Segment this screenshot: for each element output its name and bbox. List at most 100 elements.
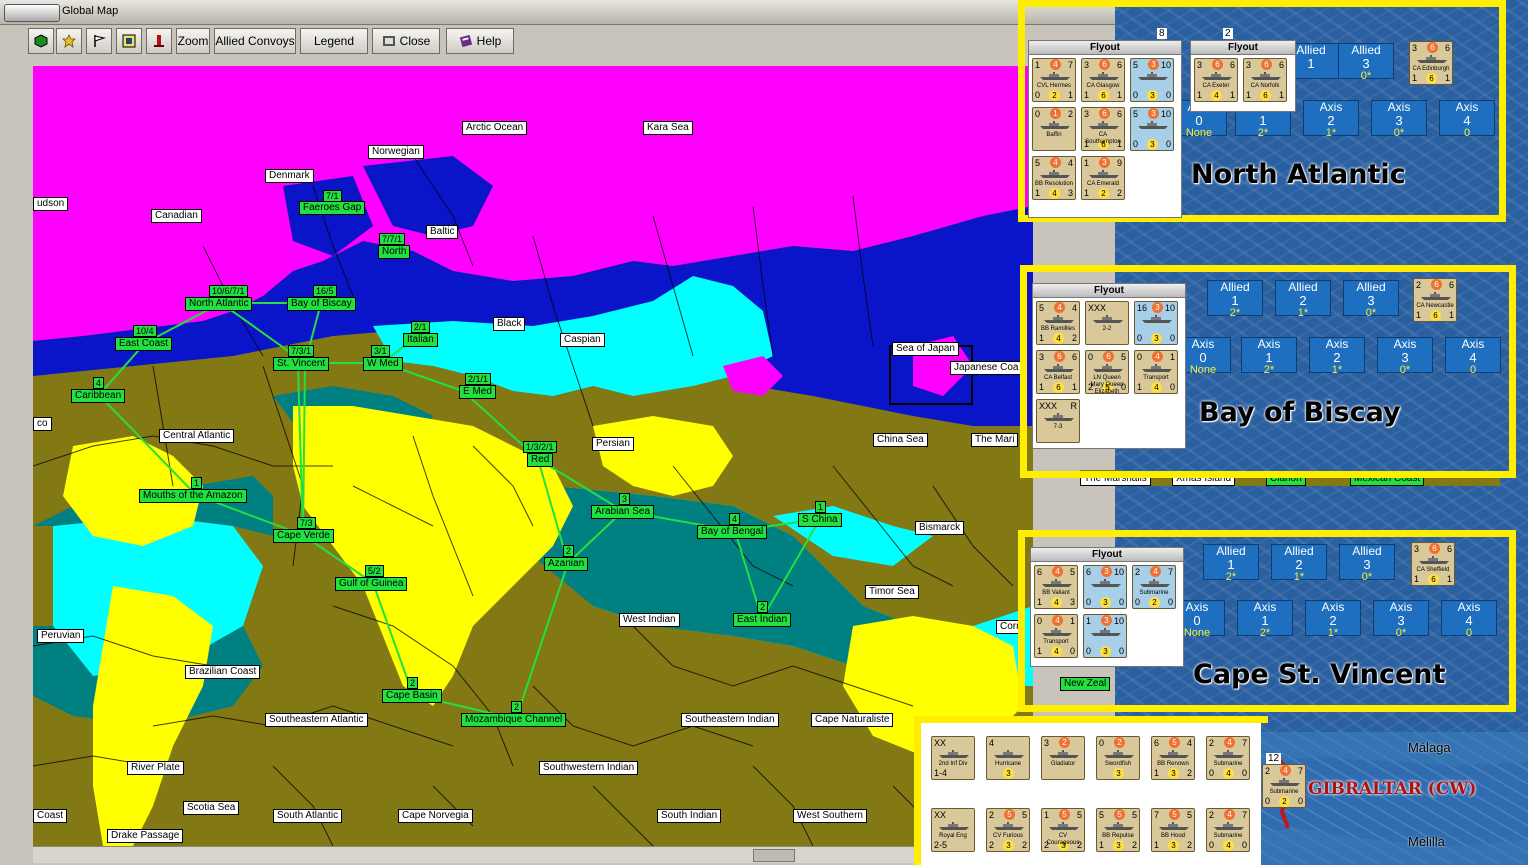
sea-label[interactable]: Sea of Japan (892, 342, 959, 356)
sea-label[interactable]: Peruvian (37, 629, 85, 643)
sea-label[interactable]: Coast (33, 809, 68, 823)
hexagon-tool-button[interactable] (28, 28, 54, 54)
sea-label[interactable]: Baltic (426, 225, 459, 239)
sea-label[interactable]: Southwestern Indian (539, 761, 639, 775)
sea-label[interactable]: udson (33, 197, 69, 211)
convoy-label-gulf-of-guinea[interactable]: Gulf of Guinea (335, 577, 408, 591)
unit-counter[interactable]: 0 2 3 Swordfish (1096, 736, 1140, 780)
sea-label[interactable]: Cape Naturaliste (811, 713, 894, 727)
unit-counter[interactable]: 3 6 1 1 6 6 CA Norfolk (1243, 58, 1287, 102)
sea-label[interactable]: Denmark (265, 169, 314, 183)
axis-box[interactable]: Axis 3 0* (1377, 337, 1433, 376)
sea-label[interactable]: Timor Sea (865, 585, 919, 599)
allied-box[interactable]: Allied 3 0* (1339, 544, 1395, 583)
unit-counter[interactable]: 5 4 1 3 4 4 BB Resolution (1032, 156, 1076, 200)
unit-counter[interactable]: 6 4 1 2 5 3 BB Renown (1151, 736, 1195, 780)
sea-label[interactable]: South Atlantic (273, 809, 343, 823)
unit-counter[interactable]: XXX R 7-3 (1036, 399, 1080, 443)
sea-label[interactable]: China Sea (873, 433, 928, 447)
unit-counter[interactable]: 1 5 2 2 5 3 CV Courageous (1041, 808, 1085, 852)
sea-label[interactable]: Central Atlantic (159, 429, 235, 443)
convoy-label-st-vincent[interactable]: St. Vincent (273, 357, 330, 371)
allied-box[interactable]: Allied 1 2* (1207, 280, 1263, 319)
convoy-label-north[interactable]: North (378, 245, 411, 259)
convoy-label-arabian-sea[interactable]: Arabian Sea (591, 505, 655, 519)
flag-tool-button[interactable] (86, 28, 112, 54)
sea-label[interactable]: South Indian (657, 809, 722, 823)
world-map[interactable]: Arctic Ocean Kara Sea Norwegian Denmark … (33, 66, 1033, 846)
sea-label[interactable]: Kara Sea (643, 121, 693, 135)
axis-box[interactable]: Axis12* (1241, 337, 1297, 376)
unit-counter[interactable]: 3 6 1 1 6 6 CA Belfast (1036, 350, 1080, 394)
unit-counter[interactable]: 6 5 1 3 4 4 BB Valiant (1034, 565, 1078, 609)
unit-counter[interactable]: XXX 2-2 (1085, 301, 1129, 345)
sea-label[interactable]: Southeastern Atlantic (265, 713, 368, 727)
convoy-label-w-med[interactable]: W Med (363, 357, 403, 371)
unit-counter[interactable]: 3 2 Gladiator (1041, 736, 1085, 780)
allied-box[interactable]: Allied 1 2* (1203, 544, 1259, 583)
unit-counter[interactable]: 5 4 1 2 4 4 BB Ramillies (1036, 301, 1080, 345)
unit-counter[interactable]: 5 10 0 0 3 3 (1130, 58, 1174, 102)
unit-counter[interactable]: 16 10 0 0 3 3 (1134, 301, 1178, 345)
sea-label[interactable]: Bismarck (915, 521, 965, 535)
axis-box[interactable]: Axis12* (1237, 600, 1293, 639)
axis-box[interactable]: Axis 3 0* (1371, 100, 1427, 139)
unit-counter[interactable]: 2 7 0 0 4 4 Submarine (1206, 736, 1250, 780)
axis-box[interactable]: Axis 4 0 (1441, 600, 1497, 639)
sea-label[interactable]: Arctic Ocean (462, 121, 528, 135)
axis-box[interactable]: Axis 2 1* (1303, 100, 1359, 139)
unit-counter[interactable]: 1 9 1 2 3 2 CA Emerald (1081, 156, 1125, 200)
convoy-label-e-med[interactable]: E Med (459, 385, 496, 399)
unit-counter[interactable]: 7 5 1 2 5 3 BB Hood (1151, 808, 1195, 852)
sea-label[interactable]: Southeastern Indian (681, 713, 779, 727)
convoy-label-cape-verde[interactable]: Cape Verde (273, 529, 334, 543)
sea-label[interactable]: Cape Norvegia (398, 809, 473, 823)
sea-label[interactable]: Caspian (560, 333, 605, 347)
unit-counter[interactable]: 2 6 1 1 6 6 CA Newcastle (1413, 278, 1457, 322)
convoy-label-mozambique-channel[interactable]: Mozambique Channel (461, 713, 567, 727)
convoy-label-s-china[interactable]: S China (798, 513, 842, 527)
scroll-thumb[interactable] (753, 849, 795, 862)
unit-counter[interactable]: 6 10 0 0 3 3 (1083, 565, 1127, 609)
unit-counter[interactable]: XX 2-5 Royal Eng (931, 808, 975, 852)
convoy-label-east-coast[interactable]: East Coast (115, 337, 172, 351)
unit-counter[interactable]: 1 7 0 1 4 2 CVL Hermes (1032, 58, 1076, 102)
legend-button[interactable]: Legend (300, 28, 368, 54)
pillar-tool-button[interactable] (146, 28, 172, 54)
grid-tool-button[interactable] (116, 28, 142, 54)
convoy-label-mouths-of-the-amazon[interactable]: Mouths of the Amazon (139, 489, 247, 503)
convoy-label-north-atlantic[interactable]: North Atlantic (185, 297, 253, 311)
convoy-label-red[interactable]: Red (527, 453, 554, 467)
horizontal-scrollbar[interactable] (33, 846, 1033, 863)
sea-label[interactable]: Scotia Sea (183, 801, 240, 815)
convoy-label-cape-basin[interactable]: Cape Basin (382, 689, 442, 703)
sea-label[interactable]: Norwegian (368, 145, 424, 159)
unit-counter[interactable]: 3 6 1 1 6 6 CA Edinburgh (1409, 41, 1453, 85)
unit-counter[interactable]: 5 5 1 2 5 3 BB Repulse (1096, 808, 1140, 852)
axis-box[interactable]: Axis 4 0 (1439, 100, 1495, 139)
sea-label[interactable]: The Mari (971, 433, 1019, 447)
allied-box[interactable]: Allied 3 0* (1338, 43, 1394, 82)
convoy-label-caribbean[interactable]: Caribbean (71, 389, 126, 403)
zoom-button[interactable]: Zoom (176, 28, 210, 54)
unit-counter[interactable]: 3 6 1 1 6 6 CA Glasgow (1081, 58, 1125, 102)
axis-box[interactable]: Axis 3 0* (1373, 600, 1429, 639)
unit-counter[interactable]: 0 1 1 0 4 4 Transport (1134, 350, 1178, 394)
sea-label[interactable]: West Indian (619, 613, 680, 627)
axis-box[interactable]: Axis 2 1* (1309, 337, 1365, 376)
sea-label[interactable]: Japanese Coa (950, 361, 1023, 375)
allied-box[interactable]: Allied 2 1* (1275, 280, 1331, 319)
sea-label[interactable]: River Plate (127, 761, 184, 775)
unit-counter[interactable]: 3 6 1 1 6 6 CA Sheffield (1411, 542, 1455, 586)
allied-convoys-button[interactable]: Allied Convoys (214, 28, 296, 54)
allied-box[interactable]: Allied 3 0* (1343, 280, 1399, 319)
unit-counter[interactable]: XX 1-4 2nd Inf Div (931, 736, 975, 780)
sea-label[interactable]: Black (493, 317, 526, 331)
unit-counter[interactable]: 3 6 1 1 6 4 CA Exeter (1194, 58, 1238, 102)
gibraltar-zone[interactable]: Málaga Melilla GIBRALTAR (CW) 12 270042S… (1258, 732, 1528, 865)
unit-counter[interactable]: 2 7 0 0 4 2 Submarine (1132, 565, 1176, 609)
unit-counter[interactable]: 0 1 1 0 4 4 Transport (1034, 614, 1078, 658)
unit-counter[interactable]: 3 6 1 1 6 6 CA Southampton (1081, 107, 1125, 151)
convoy-label-bay-of-biscay[interactable]: Bay of Biscay (287, 297, 356, 311)
convoy-label-bay-of-bengal[interactable]: Bay of Bengal (697, 525, 768, 539)
